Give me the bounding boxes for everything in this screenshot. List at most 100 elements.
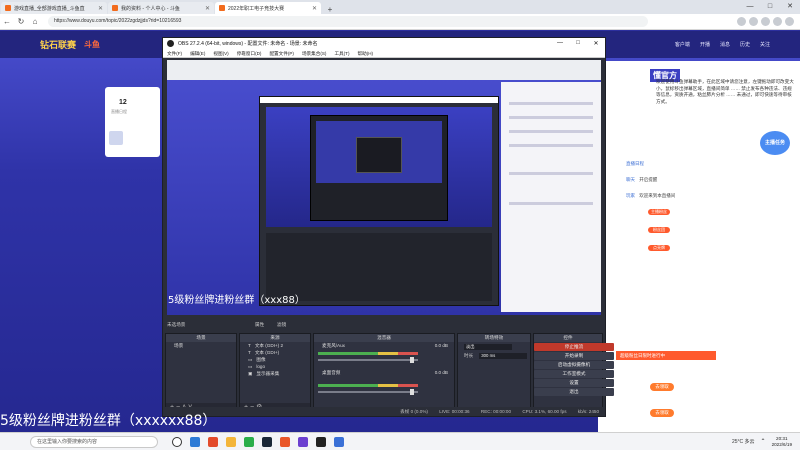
close-icon[interactable]: ✕ [205,5,210,12]
exit-button[interactable]: 退出 [534,388,614,396]
extensions [737,17,800,26]
fan-tag[interactable]: 主播粉丝 [648,209,670,215]
menu-edit[interactable]: 编辑(E) [190,49,205,57]
avatar[interactable] [109,131,123,145]
virtual-camera-button[interactable]: 启动虚拟摄像机 [534,361,614,369]
header-link[interactable]: 历史 [740,41,750,48]
minimize-button[interactable]: — [740,0,760,14]
douyu-icon[interactable] [280,436,290,447]
obs-minimize-button[interactable]: — [551,40,569,47]
profile-icon[interactable] [773,17,782,26]
maximize-button[interactable]: □ [760,0,780,14]
source-item[interactable]: ▣ 显示器采集 [240,370,310,377]
refresh-icon[interactable]: ↻ [14,17,28,26]
obs-title-text: OBS 27.2.4 (64-bit, windows) - 配置文件: 未命名… [178,41,318,47]
start-recording-button[interactable]: 开始录制 [534,352,614,360]
preview-overlay-text: 5级粉丝牌进粉丝群（xxx88） [168,295,305,306]
duration-input[interactable]: 300 ms [479,352,528,359]
douyu-favicon-icon [112,5,118,11]
obs-icon[interactable] [316,436,326,447]
obs-maximize-button[interactable]: □ [569,40,587,47]
filters-button[interactable]: 滤镜 [277,322,286,328]
menu-scene-collection[interactable]: 场景集合(S) [302,49,327,57]
stream-overlay-text: 5级粉丝牌进粉丝群（xxxxxx88） [0,413,217,429]
douyu-logo[interactable]: 斗鱼 [84,39,100,50]
obs-preview[interactable] [167,60,601,315]
chat-message: 聊天 开启提醒 [626,177,796,185]
task-badge[interactable]: 主播任务 [760,131,790,155]
obs-close-button[interactable]: ✕ [587,40,605,47]
browser-tab-3[interactable]: 2022年职工电子竞技大赛 ✕ [215,2,321,14]
douyu-favicon-icon [5,5,11,11]
chat-user[interactable]: 聊天 [626,177,635,182]
nested-preview-2 [316,121,442,183]
wechat-icon[interactable] [244,436,254,447]
menu-view[interactable]: 视图(V) [213,49,228,57]
extension-icon[interactable] [737,17,746,26]
taskbar-search[interactable]: 在这里输入你要搜索的内容 [30,435,158,448]
browser-tab-1[interactable]: 游戏直播_全部游戏直播_斗鱼直 ✕ [1,2,107,14]
explorer-icon[interactable] [226,436,236,447]
chat-line [509,116,593,119]
preview-capture [167,60,601,315]
fan-tag[interactable]: 粉丝团 [648,227,670,233]
app-icon[interactable] [298,436,308,447]
source-item[interactable]: T 文本 (GDI+) 2 [240,342,310,349]
app-icon[interactable] [334,436,344,447]
address-bar[interactable]: https://www.douyu.com/topic/2022zgdzjjds… [48,16,648,27]
collections-icon[interactable] [761,17,770,26]
edge-icon[interactable] [190,436,200,447]
close-icon[interactable]: ✕ [312,5,317,12]
image-source-icon: ▭ [248,364,253,369]
menu-help[interactable]: 帮助(H) [358,49,374,57]
header-link[interactable]: 客户端 [675,41,690,48]
source-label: 图像 [256,357,266,362]
chrome-icon[interactable] [208,436,218,447]
menu-tools[interactable]: 工具(T) [334,49,349,57]
task-view-icon[interactable] [172,436,182,447]
close-icon[interactable]: ✕ [98,5,103,12]
chat-user[interactable]: 玩家 [626,193,635,198]
chat-user[interactable]: 直播日程 [626,161,644,166]
volume-slider[interactable] [318,389,418,395]
browser-tab-2[interactable]: 我的资料 - 个人中心 - 斗鱼 ✕ [108,2,214,14]
source-item[interactable]: T 文本 (GDI+) [240,349,310,356]
header-link[interactable]: 开播 [700,41,710,48]
new-tab-button[interactable]: + [324,5,336,14]
close-window-button[interactable]: ✕ [780,0,800,14]
steam-icon[interactable] [262,436,272,447]
transition-select[interactable]: 淡出 [464,343,512,350]
event-logo[interactable]: 钻石联赛 [40,38,76,51]
streamer-card[interactable]: 12 直播日程 [105,87,160,157]
window-controls: — □ ✕ [740,0,800,14]
header-link[interactable]: 关注 [760,41,770,48]
receive-button[interactable]: 去领取 [650,383,674,391]
stop-streaming-button[interactable]: 停止推流 [534,343,614,351]
obs-window-controls: — □ ✕ [551,40,605,47]
home-icon[interactable]: ⌂ [28,17,42,26]
menu-file[interactable]: 文件(F) [167,49,182,57]
volume-slider[interactable] [318,357,418,363]
properties-button[interactable]: 属性 [255,322,264,328]
dock-title: 转场特效 [458,334,530,342]
receive-button[interactable]: 去领取 [650,409,674,417]
menu-profile[interactable]: 配置文件(P) [269,49,294,57]
menu-docks[interactable]: 停靠窗口(D) [237,49,262,57]
fan-day-notice[interactable]: 超级粉丝日限时进行中 [616,351,716,360]
source-item[interactable]: ▭ logo [240,363,310,370]
studio-mode-button[interactable]: 工作室模式 [534,370,614,378]
dropped-frames: 丢帧 0 (0.0%) [400,409,428,414]
header-link[interactable]: 消息 [720,41,730,48]
controls-dock: 控件 停止推流 开始录制 启动虚拟摄像机 工作室模式 设置 退出 [533,333,614,413]
settings-button[interactable]: 设置 [534,379,614,387]
network-icon[interactable]: ⌃ [761,438,766,445]
clock[interactable]: 20:31 2022/6/19 [772,436,792,448]
fan-tag[interactable]: 点亮牌 [648,245,670,251]
source-item[interactable]: ▭ 图像 [240,356,310,363]
current-scene-label: 未选场景 [167,322,186,327]
more-icon[interactable] [785,17,794,26]
back-icon[interactable]: ← [0,17,14,26]
favorites-icon[interactable] [749,17,758,26]
weather-widget[interactable]: 25°C 多云 [732,438,755,445]
scene-item[interactable]: 场景 [166,342,236,349]
